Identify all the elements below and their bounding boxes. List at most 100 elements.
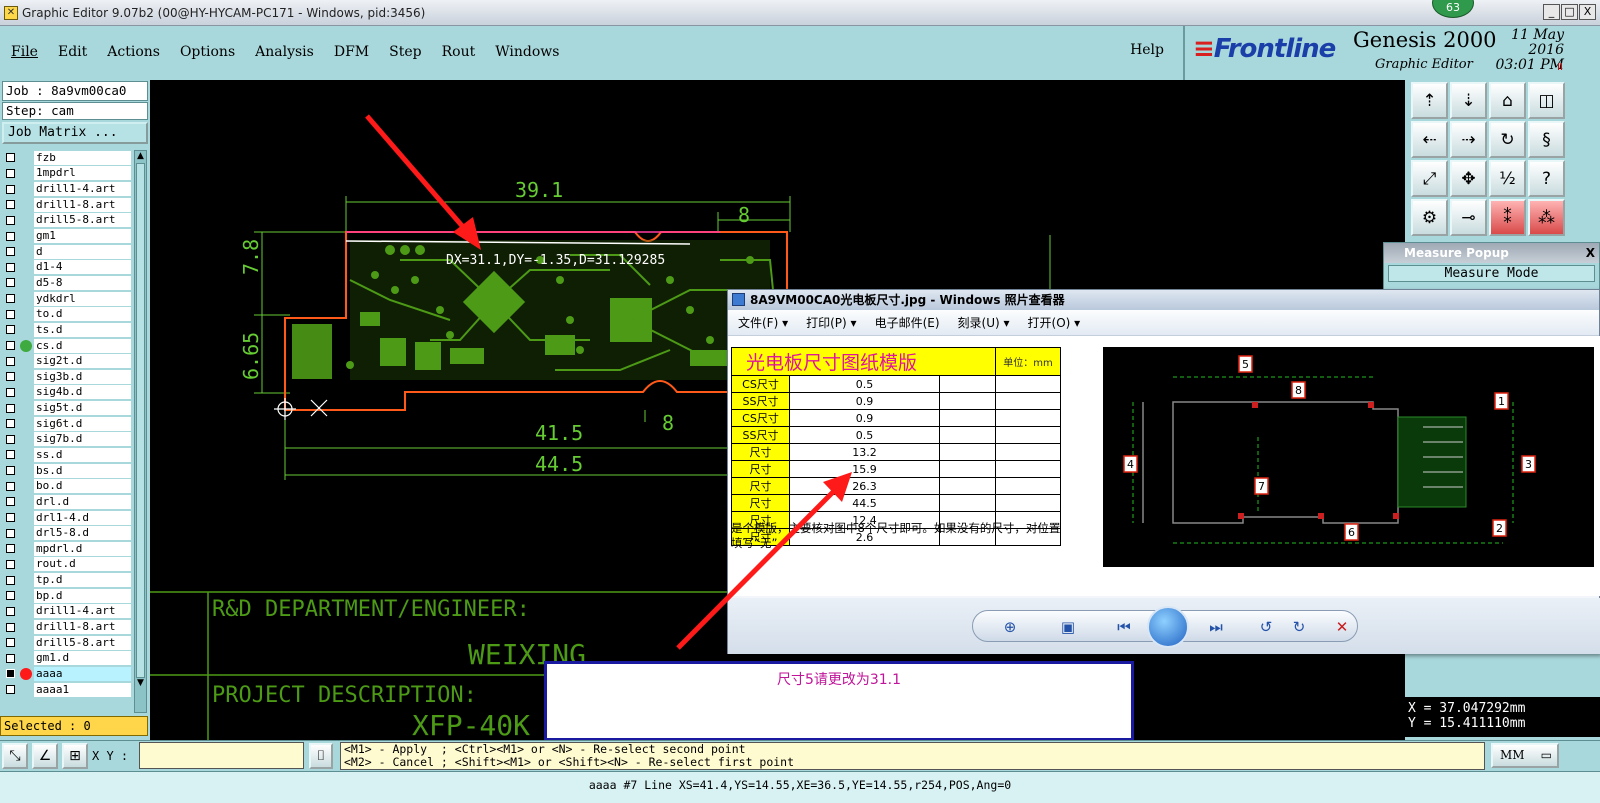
scale-icon[interactable]: ½ bbox=[1489, 160, 1526, 197]
layer-row[interactable]: fzb bbox=[2, 150, 133, 166]
layer-checkbox[interactable] bbox=[6, 606, 15, 616]
layer-checkbox[interactable] bbox=[6, 685, 15, 695]
grid-snap-icon[interactable]: ⊞ bbox=[62, 743, 88, 769]
layer-color-dot[interactable] bbox=[20, 183, 32, 195]
menu-analysis[interactable]: Analysis bbox=[255, 44, 314, 60]
layer-checkbox[interactable] bbox=[6, 247, 15, 257]
layer-row[interactable]: d1-4 bbox=[2, 259, 133, 275]
rotate-right-icon[interactable]: ↻ bbox=[1286, 617, 1312, 637]
layer-checkbox[interactable] bbox=[6, 325, 15, 335]
layer-checkbox[interactable] bbox=[6, 153, 15, 163]
layer-row[interactable]: sig5t.d bbox=[2, 400, 133, 416]
layer-checkbox[interactable] bbox=[6, 481, 15, 491]
coordinate-toggle-icon[interactable]: ⌷ bbox=[309, 743, 333, 769]
layer-color-dot[interactable] bbox=[20, 637, 32, 649]
layer-color-dot[interactable] bbox=[20, 667, 32, 680]
zoom-down-icon[interactable]: ⇣ bbox=[1450, 82, 1487, 119]
layer-checkbox[interactable] bbox=[6, 231, 15, 241]
layer-color-dot[interactable] bbox=[20, 684, 32, 696]
layer-row[interactable]: drill5-8.art bbox=[2, 213, 133, 229]
scroll-down-icon[interactable]: ▼ bbox=[135, 678, 146, 690]
menu-file[interactable]: File bbox=[11, 44, 38, 60]
layer-checkbox[interactable] bbox=[6, 168, 15, 178]
layer-row[interactable]: drill1-4.art bbox=[2, 604, 133, 620]
layer-row[interactable]: drl5-8.d bbox=[2, 525, 133, 541]
layer-row[interactable]: bo.d bbox=[2, 478, 133, 494]
layer-color-dot[interactable] bbox=[20, 465, 32, 477]
select-mode-icon[interactable]: ⤡ bbox=[2, 743, 28, 769]
viewer-menu-burn[interactable]: 刻录(U) ▾ bbox=[958, 314, 1010, 331]
measure-close-icon[interactable]: X bbox=[1586, 243, 1595, 263]
layer-row[interactable]: drl.d bbox=[2, 494, 133, 510]
layer-checkbox[interactable] bbox=[6, 356, 15, 366]
menu-step[interactable]: Step bbox=[389, 44, 421, 60]
layer-checkbox[interactable] bbox=[6, 528, 15, 538]
measure-mode-button[interactable]: Measure Mode bbox=[1388, 265, 1595, 282]
layer-checkbox[interactable] bbox=[6, 262, 15, 272]
layer-row[interactable]: sig6t.d bbox=[2, 416, 133, 432]
zoom-fit-icon[interactable]: ⤢ bbox=[1411, 160, 1448, 197]
center-icon[interactable]: ✥ bbox=[1450, 160, 1487, 197]
layer-checkbox[interactable] bbox=[6, 372, 15, 382]
layer-checkbox[interactable] bbox=[6, 669, 15, 679]
layer-color-dot[interactable] bbox=[20, 621, 32, 633]
layer-color-dot[interactable] bbox=[20, 418, 32, 430]
layer-row[interactable]: d bbox=[2, 244, 133, 260]
layer-checkbox[interactable] bbox=[6, 309, 15, 319]
layer-checkbox[interactable] bbox=[6, 513, 15, 523]
layer-checkbox[interactable] bbox=[6, 622, 15, 632]
layer-row[interactable]: gm1 bbox=[2, 228, 133, 244]
menu-dfm[interactable]: DFM bbox=[334, 44, 369, 60]
slideshow-button[interactable] bbox=[1147, 606, 1189, 648]
zoom-icon[interactable]: ⊕ bbox=[997, 617, 1023, 637]
snap-icon[interactable]: § bbox=[1528, 121, 1565, 158]
layer-color-dot[interactable] bbox=[20, 246, 32, 258]
layer-checkbox[interactable] bbox=[6, 544, 15, 554]
layer-color-dot[interactable] bbox=[20, 449, 32, 461]
layer-row[interactable]: aaaa1 bbox=[2, 682, 133, 698]
layer-row[interactable]: aaaa bbox=[2, 666, 133, 682]
xy-input[interactable] bbox=[139, 742, 304, 769]
menu-edit[interactable]: Edit bbox=[58, 44, 87, 60]
layer-color-dot[interactable] bbox=[20, 527, 32, 539]
layer-row[interactable]: drill5-8.art bbox=[2, 635, 133, 651]
window-fit-icon[interactable]: ◫ bbox=[1528, 82, 1565, 119]
delete-icon[interactable]: ✕ bbox=[1329, 617, 1355, 637]
pan-left-icon[interactable]: ⇠ bbox=[1411, 121, 1448, 158]
layer-toggle-icon[interactable]: ⁑ bbox=[1489, 199, 1526, 236]
layer-checkbox[interactable] bbox=[6, 419, 15, 429]
layer-color-dot[interactable] bbox=[20, 402, 32, 414]
viewer-menu-email[interactable]: 电子邮件(E) bbox=[875, 314, 940, 331]
layer-checkbox[interactable] bbox=[6, 387, 15, 397]
redraw-icon[interactable]: ↻ bbox=[1489, 121, 1526, 158]
layer-row[interactable]: d5-8 bbox=[2, 275, 133, 291]
layer-list-scrollbar[interactable]: ▲ ▼ bbox=[134, 150, 147, 713]
layer-row[interactable]: drill1-4.art bbox=[2, 181, 133, 197]
layer-row[interactable]: rout.d bbox=[2, 557, 133, 573]
menu-help[interactable]: Help bbox=[1130, 42, 1164, 58]
layer-checkbox[interactable] bbox=[6, 497, 15, 507]
viewer-menu-file[interactable]: 文件(F) ▾ bbox=[738, 314, 788, 331]
layer-row[interactable]: ss.d bbox=[2, 447, 133, 463]
layer-row[interactable]: drill1-8.art bbox=[2, 197, 133, 213]
layer-color-dot[interactable] bbox=[20, 652, 32, 664]
layer-checkbox[interactable] bbox=[6, 591, 15, 601]
layer-checkbox[interactable] bbox=[6, 200, 15, 210]
layer-row[interactable]: bp.d bbox=[2, 588, 133, 604]
layer-row[interactable]: sig4b.d bbox=[2, 385, 133, 401]
layer-row[interactable]: sig7b.d bbox=[2, 432, 133, 448]
layer-row[interactable]: mpdrl.d bbox=[2, 541, 133, 557]
photo-viewer-window[interactable]: 8A9VM00CA0光电板尺寸.jpg - Windows 照片查看器 文件(F… bbox=[727, 289, 1600, 654]
minimize-button[interactable]: _ bbox=[1543, 4, 1560, 20]
close-button[interactable]: X bbox=[1579, 4, 1596, 20]
units-select[interactable]: MM ▭ bbox=[1491, 743, 1559, 768]
layer-color-dot[interactable] bbox=[20, 371, 32, 383]
layer-color-dot[interactable] bbox=[20, 214, 32, 226]
menu-options[interactable]: Options bbox=[180, 44, 235, 60]
layer-checkbox[interactable] bbox=[6, 450, 15, 460]
layer-color-dot[interactable] bbox=[20, 261, 32, 273]
layer-row[interactable]: cs.d bbox=[2, 338, 133, 354]
layer-row[interactable]: tp.d bbox=[2, 572, 133, 588]
maximize-button[interactable]: □ bbox=[1561, 4, 1578, 20]
layer-checkbox[interactable] bbox=[6, 278, 15, 288]
